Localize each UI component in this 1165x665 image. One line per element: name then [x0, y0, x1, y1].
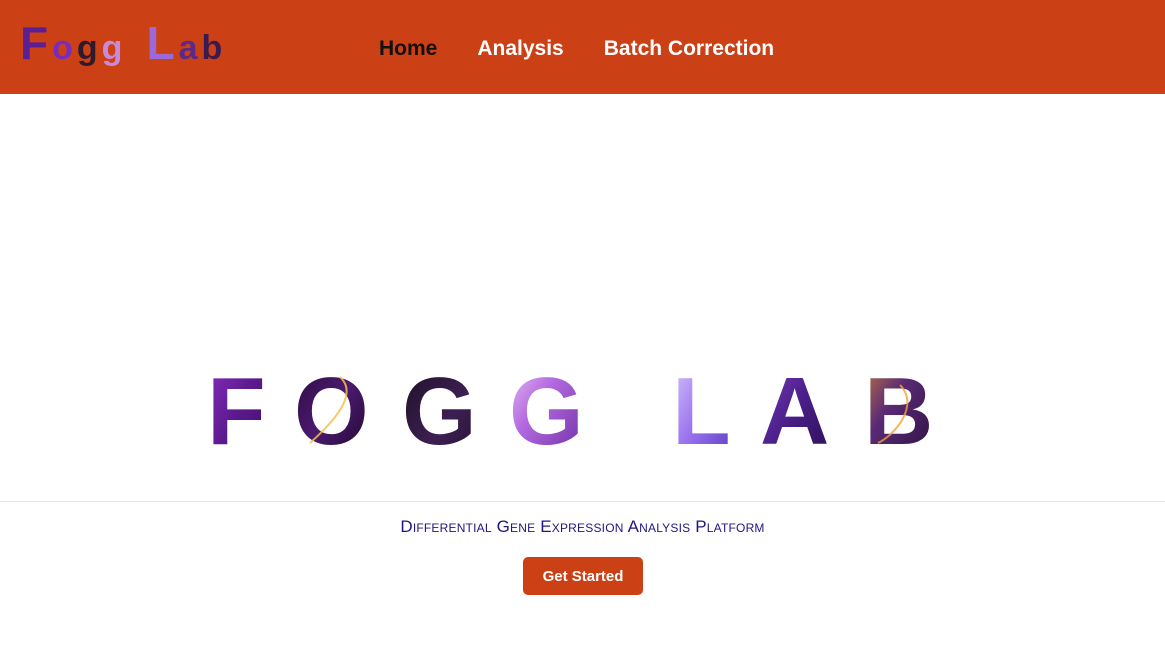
hero-letter: A	[760, 358, 829, 465]
top-navbar: F o g g L a b Home Analysis Batch Correc…	[0, 0, 1165, 94]
section-divider	[0, 501, 1165, 502]
hero-letter: F	[207, 358, 266, 465]
logo-letter: b	[201, 29, 223, 67]
nav-analysis-link[interactable]: Analysis	[477, 36, 563, 61]
hero-letter: L	[672, 358, 731, 465]
hero-letter: G	[509, 358, 584, 465]
hero-letter: G	[402, 358, 477, 465]
brand-logo[interactable]: F o g g L a b	[20, 20, 222, 70]
nav-batch-correction-link[interactable]: Batch Correction	[604, 36, 774, 61]
logo-letter: L	[146, 17, 175, 69]
hero-letter: B	[864, 358, 933, 465]
get-started-button[interactable]: Get Started	[523, 557, 643, 595]
logo-letter: g	[101, 29, 123, 67]
main-nav: Home Analysis Batch Correction	[379, 36, 774, 61]
hero-letter: O	[294, 358, 369, 465]
tagline: Differential Gene Expression Analysis Pl…	[400, 517, 765, 536]
hero-logo: F O G G L A B	[0, 355, 1165, 465]
logo-letter: a	[178, 29, 198, 67]
nav-home-link[interactable]: Home	[379, 36, 437, 61]
logo-letter: F	[20, 17, 49, 69]
logo-letter: o	[52, 29, 73, 67]
logo-letter: g	[76, 29, 98, 67]
hero-logo-graphic: F O G G L A B	[207, 358, 933, 465]
